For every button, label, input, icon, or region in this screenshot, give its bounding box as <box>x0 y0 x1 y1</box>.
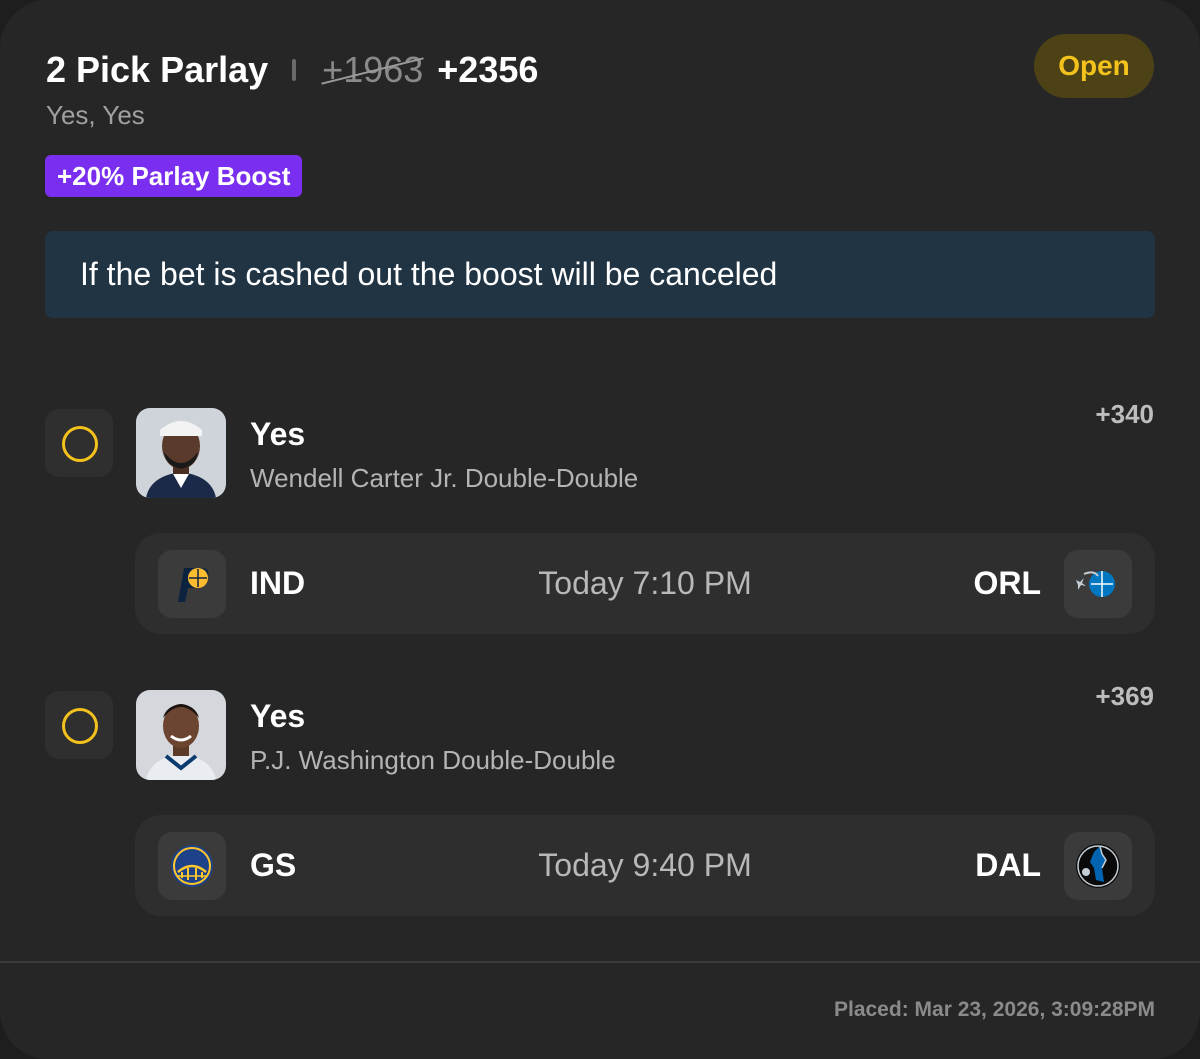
home-team: ORL <box>973 565 1041 601</box>
bet-card[interactable]: 2 Pick Parlay +1963 +2356 Yes, Yes +20% … <box>0 0 1200 1059</box>
parlay-boost-badge: +20% Parlay Boost <box>45 155 303 197</box>
bet-header: 2 Pick Parlay +1963 +2356 <box>46 44 538 96</box>
original-odds: +1963 <box>321 49 424 91</box>
boosted-odds: +2356 <box>437 49 539 90</box>
bet-title: 2 Pick Parlay <box>46 49 269 90</box>
mavericks-logo-icon <box>1064 832 1132 900</box>
pick-selection: Yes <box>250 416 306 452</box>
pick-odds: +369 <box>1095 681 1154 711</box>
pick-market: Wendell Carter Jr. Double-Double <box>250 463 639 493</box>
title-separator <box>292 59 297 81</box>
player-headshot-icon <box>136 408 226 498</box>
home-team: DAL <box>975 847 1041 883</box>
pick-market: P.J. Washington Double-Double <box>250 745 616 775</box>
footer-divider <box>0 961 1200 963</box>
player-headshot-icon <box>136 690 226 780</box>
game-matchup[interactable]: IND Today 7:10 PM ORL <box>135 533 1155 634</box>
pick-selection: Yes <box>250 698 306 734</box>
magic-logo-icon <box>1064 550 1132 618</box>
pick-odds: +340 <box>1095 399 1154 429</box>
pick-status-icon <box>45 691 113 759</box>
bet-subtitle: Yes, Yes <box>46 100 145 130</box>
pick-status-icon <box>45 409 113 477</box>
game-matchup[interactable]: GS Today 9:40 PM DAL <box>135 815 1155 916</box>
cashout-notice: If the bet is cashed out the boost will … <box>45 231 1155 318</box>
placed-timestamp: Placed: Mar 23, 2026, 3:09:28PM <box>833 998 1155 1021</box>
cashout-notice-text: If the bet is cashed out the boost will … <box>80 256 778 292</box>
status-badge: Open <box>1034 34 1154 98</box>
